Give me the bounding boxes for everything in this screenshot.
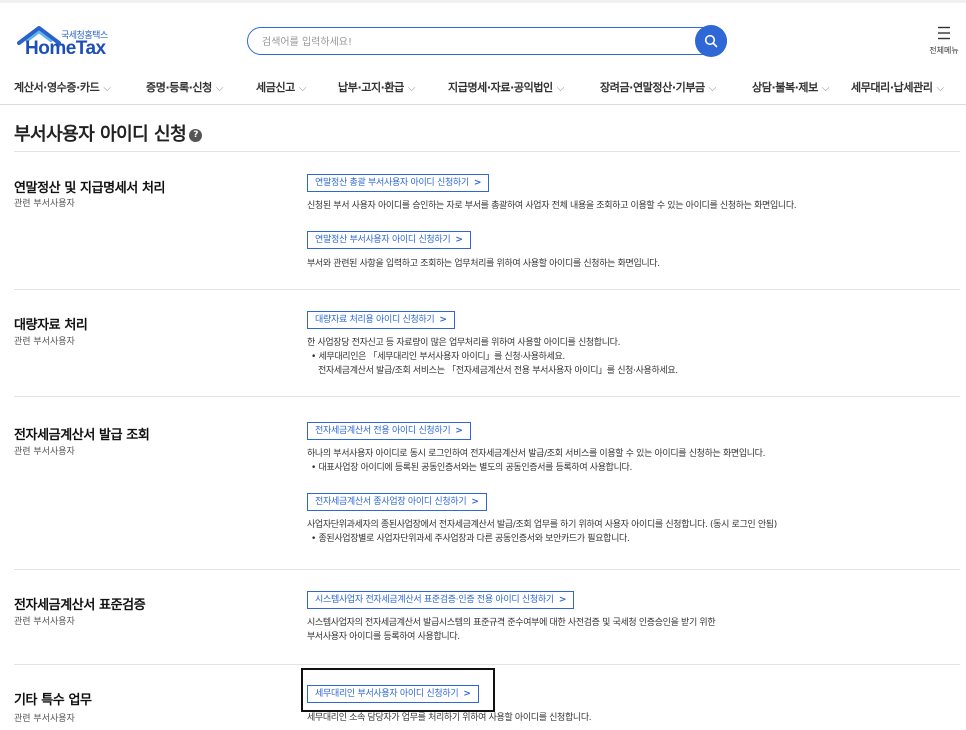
divider: [14, 569, 960, 570]
nav-item-label: 지급명세·자료·공익법인: [448, 81, 553, 94]
search-bar: [247, 25, 727, 57]
divider: [14, 396, 960, 397]
nav-item-tax-return[interactable]: 세금신고 ⌵: [256, 79, 306, 95]
nav-item-incentives[interactable]: 장려금·연말정산·기부금 ⌵: [600, 79, 716, 95]
site-header: 국세청홈택스 HomeTax 전체메뉴: [0, 0, 966, 73]
nav-item-label: 상담·불복·제보: [752, 81, 818, 94]
help-icon[interactable]: ?: [189, 128, 203, 142]
description: • 종된사업장별로 사업자단위과세 주사업장과 다른 공동인증서와 보안카드가 …: [311, 534, 630, 544]
section-subtitle: 관련 부서사용자: [14, 199, 75, 209]
search-icon: [704, 34, 718, 48]
nav-item-consulting[interactable]: 상담·불복·제보 ⌵: [752, 79, 829, 95]
description: 한 사업장당 전자신고 등 자료량이 많은 업무처리를 위하여 사용할 아이디를…: [307, 338, 621, 348]
description: • 대표사업장 아이디에 등록된 공동인증서와는 별도의 공동인증서를 등록하여…: [311, 463, 632, 473]
selection-highlight: [301, 668, 495, 712]
nav-item-label: 세금신고: [256, 81, 295, 94]
nav-item-label: 납부·고지·환급: [338, 81, 404, 94]
all-menu-label: 전체메뉴: [929, 46, 959, 55]
chevron-right-icon: >: [471, 497, 479, 507]
chevron-down-icon: ⌵: [936, 83, 945, 94]
nav-item-statements[interactable]: 지급명세·자료·공익법인 ⌵: [448, 79, 564, 95]
chevron-right-icon: >: [473, 178, 482, 188]
apply-button-label: 연말정산 총괄 부서사용자 아이디 신청하기: [315, 178, 469, 188]
description: 부서와 관련된 사항을 입력하고 조회하는 업무처리를 위하여 사용할 아이디를…: [307, 259, 660, 269]
nav-item-payment[interactable]: 납부·고지·환급 ⌵: [338, 79, 415, 95]
section-title: 전자세금계산서 표준검증: [14, 598, 146, 613]
nav-item-receipts[interactable]: 계산서·영수증·카드 ⌵: [14, 79, 111, 95]
search-button[interactable]: [695, 25, 727, 57]
chevron-down-icon: ⌵: [821, 83, 830, 94]
nav-item-label: 세무대리·납세관리: [851, 81, 933, 94]
hometax-logo[interactable]: 국세청홈택스 HomeTax: [17, 25, 117, 61]
description: 세무대리인 소속 담당자가 업무를 처리하기 위하여 사용할 아이디를 신청합니…: [307, 713, 592, 723]
section-title: 연말정산 및 지급명세서 처리: [14, 181, 166, 196]
section-subtitle: 관련 부서사용자: [14, 617, 75, 627]
description: 전자세금계산서 발급/조회 서비스는 「전자세금계산서 전용 부서사용자 아이디…: [318, 366, 678, 376]
all-menu-button[interactable]: 전체메뉴: [922, 25, 966, 56]
nav-item-label: 장려금·연말정산·기부금: [600, 81, 705, 94]
chevron-right-icon: >: [455, 235, 463, 245]
chevron-right-icon: >: [558, 595, 567, 605]
apply-button[interactable]: 연말정산 총괄 부서사용자 아이디 신청하기 >: [307, 174, 490, 192]
description: 하나의 부서사용자 아이디로 동시 로그인하여 전자세금계산서 발급/조회 서비…: [307, 449, 766, 459]
apply-button[interactable]: 전자세금계산서 전용 아이디 신청하기 >: [307, 422, 471, 440]
logo-wordmark: HomeTax: [25, 38, 106, 59]
apply-button[interactable]: 전자세금계산서 종사업장 아이디 신청하기 >: [307, 493, 487, 511]
section-subtitle: 관련 부서사용자: [14, 447, 75, 457]
chevron-down-icon: ⌵: [103, 83, 111, 94]
description: 사업자단위과세자의 종된사업장에서 전자세금계산서 발급/조회 업무를 하기 위…: [307, 520, 777, 530]
chevron-right-icon: >: [439, 315, 447, 325]
nav-item-label: 계산서·영수증·카드: [14, 81, 100, 94]
page-title: 부서사용자 아이디 신청?: [14, 120, 203, 146]
section-subtitle: 관련 부서사용자: [14, 714, 75, 724]
page-title-text: 부서사용자 아이디 신청: [14, 124, 187, 145]
section-title: 대량자료 처리: [14, 318, 88, 333]
apply-button-label: 대량자료 처리용 아이디 신청하기: [315, 315, 435, 325]
apply-button-label: 연말정산 부서사용자 아이디 신청하기: [315, 235, 451, 245]
chevron-down-icon: ⌵: [407, 83, 416, 94]
chevron-down-icon: ⌵: [215, 83, 224, 94]
chevron-down-icon: ⌵: [556, 83, 565, 94]
divider: [14, 664, 960, 665]
apply-button-label: 전자세금계산서 종사업장 아이디 신청하기: [315, 497, 467, 507]
hamburger-icon: [938, 26, 950, 40]
apply-button-label: 시스템사업자 전자세금계산서 표준검증·인증 전용 아이디 신청하기: [315, 595, 554, 605]
description: 신청된 부서 사용자 아이디를 승인하는 자로 부서를 총괄하여 사업자 전체 …: [307, 201, 797, 211]
description: 부서사용자 아이디를 등록하여 사용합니다.: [307, 632, 460, 642]
apply-button[interactable]: 시스템사업자 전자세금계산서 표준검증·인증 전용 아이디 신청하기 >: [307, 591, 575, 609]
description: • 세무대리인은 「세무대리인 부서사용자 아이디」를 신청·사용하세요.: [311, 352, 565, 362]
apply-button[interactable]: 대량자료 처리용 아이디 신청하기 >: [307, 311, 455, 329]
divider: [14, 151, 960, 152]
main-nav: 계산서·영수증·카드 ⌵ 증명·등록·신청 ⌵ 세금신고 ⌵ 납부·고지·환급 ⌵ 지급…: [0, 72, 966, 105]
apply-button[interactable]: 연말정산 부서사용자 아이디 신청하기 >: [307, 231, 471, 249]
section-title: 기타 특수 업무: [14, 693, 92, 708]
description: 시스템사업자의 전자세금계산서 발급시스템의 표준규격 준수여부에 대한 사전검…: [307, 618, 716, 628]
divider: [14, 289, 960, 290]
section-title: 전자세금계산서 발급 조회: [14, 428, 150, 443]
chevron-right-icon: >: [455, 426, 463, 436]
chevron-down-icon: ⌵: [298, 83, 307, 94]
nav-item-certificates[interactable]: 증명·등록·신청 ⌵: [146, 79, 223, 95]
chevron-down-icon: ⌵: [708, 83, 717, 94]
apply-button-label: 전자세금계산서 전용 아이디 신청하기: [315, 426, 451, 436]
search-input[interactable]: [260, 32, 684, 52]
section-subtitle: 관련 부서사용자: [14, 337, 75, 347]
nav-item-tax-agent[interactable]: 세무대리·납세관리 ⌵: [851, 79, 944, 95]
nav-item-label: 증명·등록·신청: [146, 81, 212, 94]
